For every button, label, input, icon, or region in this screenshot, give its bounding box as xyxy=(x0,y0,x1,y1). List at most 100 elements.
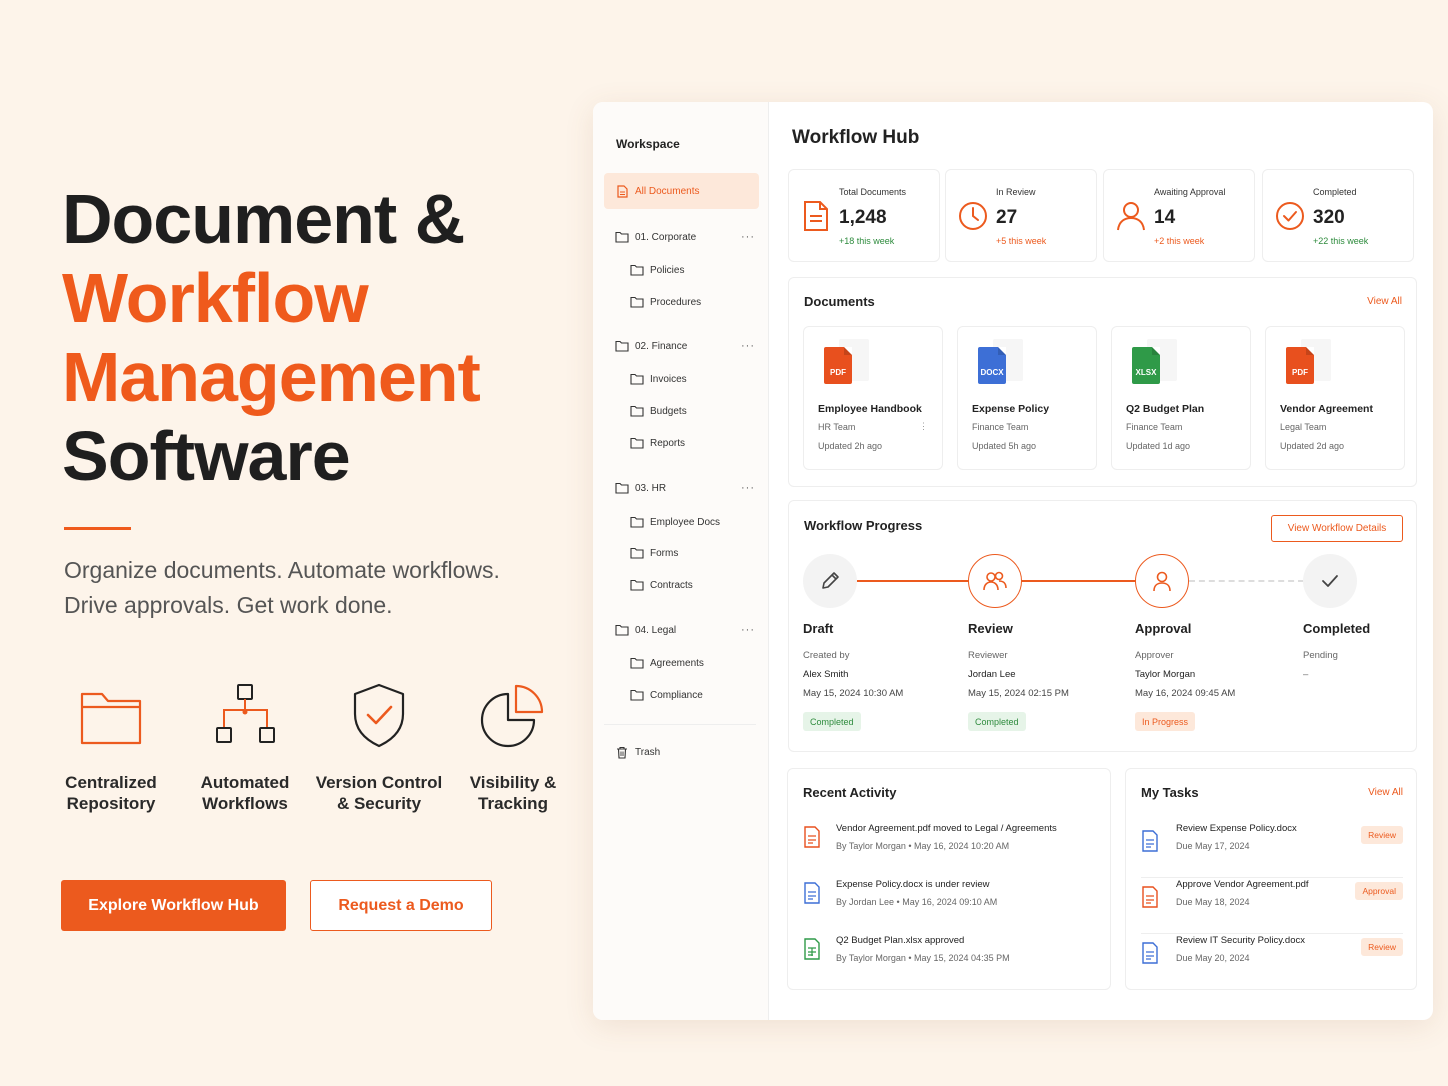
headline-line-1: Document & xyxy=(62,180,465,258)
stat-delta: +2 this week xyxy=(1154,236,1205,246)
document-card[interactable]: PDF Vendor Agreement Legal Team Updated … xyxy=(1265,326,1405,470)
my-tasks-panel: My Tasks View All Review Expense Policy.… xyxy=(1125,768,1417,990)
sidebar-item-finance[interactable]: 02. Finance ··· xyxy=(604,328,759,364)
sidebar-item-compliance[interactable]: Compliance xyxy=(604,677,759,713)
feature-visibility-tracking: Visibility & Tracking xyxy=(446,680,580,814)
workflow-progress-panel: Workflow Progress View Workflow Details … xyxy=(788,500,1417,752)
step-completed-circle[interactable] xyxy=(1303,554,1357,608)
progress-connector xyxy=(1021,580,1136,582)
stat-label: Completed xyxy=(1313,187,1357,197)
sidebar-item-legal[interactable]: 04. Legal ··· xyxy=(604,612,759,648)
step-draft-circle[interactable] xyxy=(803,554,857,608)
document-team: Finance Team xyxy=(972,422,1029,432)
user-icon xyxy=(1153,571,1171,592)
sidebar-item-invoices[interactable]: Invoices xyxy=(604,361,759,397)
folder-icon xyxy=(630,436,644,450)
pie-chart-icon xyxy=(480,684,544,748)
pdf-file-icon: PDF xyxy=(824,347,852,384)
activity-title: Vendor Agreement.pdf moved to Legal / Ag… xyxy=(836,823,1057,834)
task-item[interactable]: Review IT Security Policy.docx Due May 2… xyxy=(1141,935,1403,990)
sidebar-item-label: Trash xyxy=(635,746,661,758)
folder-icon xyxy=(615,481,629,495)
step-person: Taylor Morgan xyxy=(1135,669,1196,680)
feature-label: Automated Workflows xyxy=(200,773,290,813)
task-due: Due May 17, 2024 xyxy=(1176,841,1250,851)
sidebar-item-policies[interactable]: Policies xyxy=(604,252,759,288)
status-badge: In Progress xyxy=(1135,712,1196,731)
folder-icon xyxy=(630,546,644,560)
stat-completed[interactable]: Completed 320 +22 this week xyxy=(1262,169,1414,262)
document-card[interactable]: DOCX Expense Policy Finance Team Updated… xyxy=(957,326,1097,470)
sidebar-item-reports[interactable]: Reports xyxy=(604,425,759,461)
more-options-icon[interactable]: ··· xyxy=(741,340,755,352)
docx-document-icon xyxy=(1142,942,1158,964)
sidebar-item-trash[interactable]: Trash xyxy=(604,734,759,770)
document-team: Finance Team xyxy=(1126,422,1183,432)
more-options-icon[interactable]: ··· xyxy=(741,482,755,494)
document-name: Q2 Budget Plan xyxy=(1126,403,1205,415)
kebab-menu-icon[interactable]: ⋮ xyxy=(919,421,928,432)
folder-icon xyxy=(630,656,644,670)
sidebar-item-label: Compliance xyxy=(650,689,703,701)
sidebar-item-corporate[interactable]: 01. Corporate ··· xyxy=(604,219,759,255)
step-name: Approval xyxy=(1135,621,1192,636)
document-card[interactable]: XLSX Q2 Budget Plan Finance Team Updated… xyxy=(1111,326,1251,470)
sidebar-item-label: All Documents xyxy=(635,185,700,197)
sidebar-item-label: 03. HR xyxy=(635,482,667,494)
check-circle-icon xyxy=(1276,202,1304,230)
sidebar-item-label: Policies xyxy=(650,264,685,276)
sidebar-item-label: 01. Corporate xyxy=(635,231,697,243)
folder-icon xyxy=(630,404,644,418)
folder-icon xyxy=(630,515,644,529)
documents-view-all-link[interactable]: View All xyxy=(1367,296,1402,307)
headline-line-3: Management xyxy=(62,338,481,416)
step-date: May 16, 2024 09:45 AM xyxy=(1135,688,1236,699)
explore-workflow-hub-button[interactable]: Explore Workflow Hub xyxy=(61,880,286,931)
activity-meta: By Taylor Morgan • May 16, 2024 10:20 AM xyxy=(836,841,1010,851)
sidebar-item-procedures[interactable]: Procedures xyxy=(604,284,759,320)
stat-awaiting-approval[interactable]: Awaiting Approval 14 +2 this week xyxy=(1103,169,1255,262)
sidebar-item-label: Procedures xyxy=(650,296,702,308)
document-card[interactable]: PDF Employee Handbook HR Team Updated 2h… xyxy=(803,326,943,470)
trash-icon xyxy=(615,745,629,759)
pdf-file-icon: PDF xyxy=(1286,347,1314,384)
sidebar-item-all-documents[interactable]: All Documents xyxy=(604,173,759,209)
workspace-title: Workspace xyxy=(616,137,680,151)
document-name: Expense Policy xyxy=(972,403,1050,415)
task-due: Due May 20, 2024 xyxy=(1176,953,1250,963)
app-window: Workspace All Documents 01. Corporate ··… xyxy=(593,102,1433,1020)
more-options-icon[interactable]: ··· xyxy=(741,231,755,243)
sidebar-item-forms[interactable]: Forms xyxy=(604,535,759,571)
step-person: Alex Smith xyxy=(803,669,849,680)
task-badge: Review xyxy=(1361,826,1403,844)
status-badge: Completed xyxy=(803,712,861,731)
hero-tagline: Organize documents. Automate workflows. … xyxy=(64,557,500,618)
stat-delta: +18 this week xyxy=(839,236,895,246)
view-workflow-details-button[interactable]: View Workflow Details xyxy=(1271,515,1403,542)
request-demo-button[interactable]: Request a Demo xyxy=(310,880,492,931)
task-item[interactable]: Review Expense Policy.docx Due May 17, 2… xyxy=(1141,823,1403,878)
document-team: Legal Team xyxy=(1280,422,1327,432)
more-options-icon[interactable]: ··· xyxy=(741,624,755,636)
stat-in-review[interactable]: In Review 27 +5 this week xyxy=(945,169,1097,262)
stat-total-documents[interactable]: Total Documents 1,248 +18 this week xyxy=(788,169,940,262)
users-icon xyxy=(983,571,1007,591)
feature-label: Centralized Repository xyxy=(65,773,157,813)
folder-icon xyxy=(630,372,644,386)
sidebar-item-contracts[interactable]: Contracts xyxy=(604,567,759,603)
tasks-view-all-link[interactable]: View All xyxy=(1368,787,1403,798)
step-role: Reviewer xyxy=(968,650,1008,661)
task-due: Due May 18, 2024 xyxy=(1176,897,1250,907)
sidebar-item-hr[interactable]: 03. HR ··· xyxy=(604,470,759,506)
task-item[interactable]: Approve Vendor Agreement.pdf Due May 18,… xyxy=(1141,879,1403,934)
document-updated: Updated 2d ago xyxy=(1280,441,1345,451)
sidebar-item-budgets[interactable]: Budgets xyxy=(604,393,759,429)
step-date: May 15, 2024 10:30 AM xyxy=(803,688,904,699)
step-approval-circle[interactable] xyxy=(1135,554,1189,608)
shield-check-icon xyxy=(353,683,405,748)
task-divider xyxy=(1141,877,1403,878)
stat-value: 27 xyxy=(996,207,1018,228)
feature-version-control: Version Control & Security xyxy=(312,680,446,814)
step-review-circle[interactable] xyxy=(968,554,1022,608)
sidebar-item-agreements[interactable]: Agreements xyxy=(604,645,759,681)
